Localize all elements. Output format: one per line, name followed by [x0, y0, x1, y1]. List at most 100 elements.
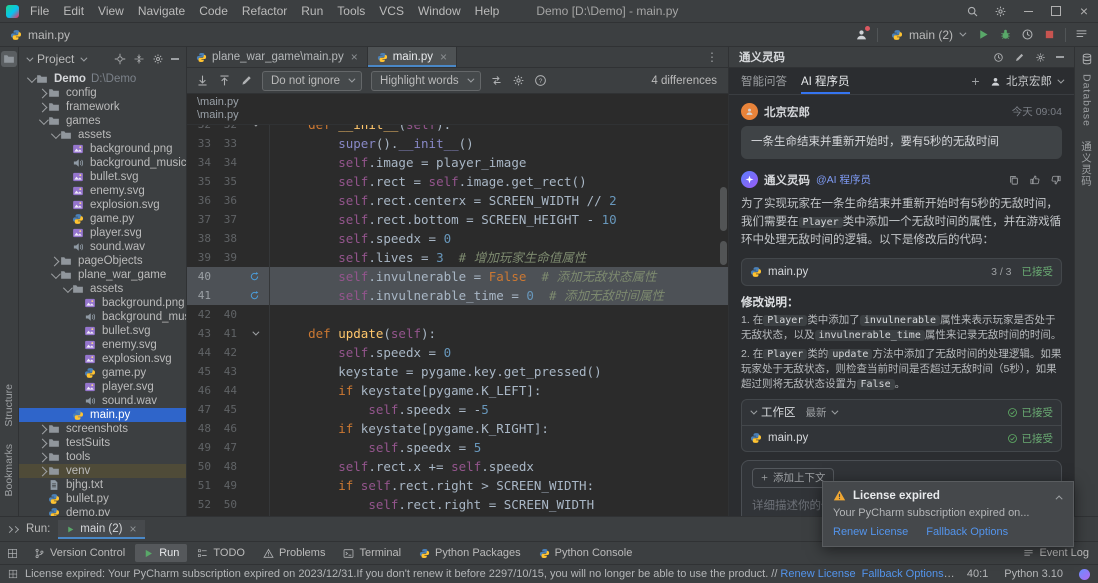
toolwindow-tab-terminal[interactable]: Terminal	[335, 544, 409, 562]
menu-edit[interactable]: Edit	[56, 0, 91, 22]
ignore-policy-select[interactable]: Do not ignore	[262, 71, 362, 91]
tree-item-sound.wav[interactable]: sound.wav	[19, 240, 186, 254]
ai-settings-icon[interactable]	[1035, 52, 1046, 63]
code-line[interactable]: 5149 if self.rect.right > SCREEN_WIDTH:	[187, 476, 728, 495]
toolwindow-tab-version-control[interactable]: Version Control	[26, 544, 133, 562]
tree-item-demo[interactable]: DemoD:\Demo	[19, 72, 186, 86]
toolwindow-tab-todo[interactable]: TODO	[189, 544, 253, 562]
collapse-notification-icon[interactable]	[1058, 492, 1063, 500]
code-line[interactable]: 40 self.invulnerable = False # 添加无敌状态属性	[187, 267, 728, 286]
tabs-menu-icon[interactable]: ⋮	[697, 47, 728, 67]
copy-icon[interactable]	[1008, 174, 1020, 186]
edit-icon[interactable]	[240, 74, 253, 87]
code-line[interactable]: 4644 if keystate[pygame.K_LEFT]:	[187, 381, 728, 400]
next-difference-icon[interactable]	[196, 74, 209, 87]
minimize-button[interactable]	[1014, 0, 1042, 22]
breadcrumb[interactable]: main.py	[10, 28, 70, 42]
tree-chevron-icon[interactable]	[37, 426, 48, 433]
notification-renew-link[interactable]: Renew License	[833, 526, 908, 538]
hide-panel-icon[interactable]	[171, 58, 179, 60]
editor-scrollbar[interactable]	[719, 125, 728, 516]
tree-item-assets[interactable]: assets	[19, 128, 186, 142]
tree-item-demo.py[interactable]: demo.py	[19, 506, 186, 516]
fallback-options-link[interactable]: Fallback Options	[862, 568, 944, 580]
tree-item-framework[interactable]: framework	[19, 100, 186, 114]
project-settings-icon[interactable]	[152, 53, 164, 65]
tree-chevron-icon[interactable]	[37, 454, 48, 461]
code-line[interactable]: 5351 if self.rect.left < 0:	[187, 514, 728, 516]
tree-chevron-icon[interactable]	[37, 104, 48, 111]
toolwindow-switcher-icon[interactable]	[7, 548, 18, 559]
menu-help[interactable]: Help	[468, 0, 507, 22]
close-button[interactable]: ×	[1070, 0, 1098, 22]
code-line[interactable]: 5048 self.rect.x += self.speedx	[187, 457, 728, 476]
toolwindow-tab-python-console[interactable]: Python Console	[531, 544, 641, 562]
code-editor[interactable]: 3232 def __init__(self):3333 super().__i…	[187, 125, 728, 516]
add-session-icon[interactable]	[970, 76, 981, 87]
code-line[interactable]: 3939 self.lives = 3 # 增加玩家生命值属性	[187, 248, 728, 267]
scrollbar-thumb[interactable]	[720, 187, 727, 231]
tree-item-background.png[interactable]: background.png	[19, 296, 186, 310]
hide-ai-panel-icon[interactable]	[1056, 56, 1064, 58]
tree-item-bullet.py[interactable]: bullet.py	[19, 492, 186, 506]
code-line[interactable]: 3333 super().__init__()	[187, 134, 728, 153]
menu-code[interactable]: Code	[192, 0, 235, 22]
tree-item-venv[interactable]: venv	[19, 464, 186, 478]
new-chat-icon[interactable]	[1014, 52, 1025, 63]
ai-user-menu[interactable]: 北京宏郎	[990, 73, 1062, 89]
code-line[interactable]: 3737 self.rect.bottom = SCREEN_HEIGHT - …	[187, 210, 728, 229]
tree-item-testsuits[interactable]: testSuits	[19, 436, 186, 450]
tree-item-games[interactable]: games	[19, 114, 186, 128]
code-line[interactable]: 4240	[187, 305, 728, 324]
tree-chevron-icon[interactable]	[37, 468, 48, 475]
tree-item-screenshots[interactable]: screenshots	[19, 422, 186, 436]
tree-item-main.py[interactable]: main.py	[19, 408, 186, 422]
bookmarks-toolwindow-button[interactable]: Bookmarks	[3, 444, 15, 497]
tab-main-py[interactable]: main.py ×	[368, 47, 457, 67]
previous-difference-icon[interactable]	[218, 74, 231, 87]
search-everywhere-icon[interactable]	[958, 0, 986, 22]
revert-change-icon[interactable]	[239, 286, 270, 305]
notifications-icon[interactable]	[1075, 28, 1088, 41]
tree-item-player.svg[interactable]: player.svg	[19, 226, 186, 240]
tree-item-bullet.svg[interactable]: bullet.svg	[19, 170, 186, 184]
code-line[interactable]: 4442 self.speedx = 0	[187, 343, 728, 362]
tree-item-config[interactable]: config	[19, 86, 186, 100]
code-line[interactable]: 3535 self.rect = self.image.get_rect()	[187, 172, 728, 191]
run-configuration-select[interactable]: main (2)	[887, 27, 968, 43]
tree-item-enemy.svg[interactable]: enemy.svg	[19, 338, 186, 352]
tree-item-sound.wav[interactable]: sound.wav	[19, 394, 186, 408]
lingma-toolwindow-button[interactable]: 通义灵码	[1079, 141, 1094, 187]
toolwindow-tab-run[interactable]: Run	[135, 544, 187, 562]
code-line[interactable]: 41 self.invulnerable_time = 0 # 添加无敌时间属性	[187, 286, 728, 305]
hide-tabs-icon[interactable]	[7, 527, 18, 532]
tree-chevron-icon[interactable]	[37, 118, 48, 125]
database-icon[interactable]	[1079, 51, 1095, 67]
toolwindow-quick-access-icon[interactable]	[8, 569, 18, 579]
renew-license-link[interactable]: Renew License	[780, 568, 855, 580]
tree-item-bullet.svg[interactable]: bullet.svg	[19, 324, 186, 338]
revert-change-icon[interactable]	[239, 267, 270, 286]
highlight-policy-select[interactable]: Highlight words	[371, 71, 481, 91]
toolwindow-tab-python-packages[interactable]: Python Packages	[411, 544, 529, 562]
menu-view[interactable]: View	[91, 0, 131, 22]
menu-tools[interactable]: Tools	[330, 0, 372, 22]
code-line[interactable]: 4745 self.speedx = -5	[187, 400, 728, 419]
tab-smart-qa[interactable]: 智能问答	[741, 68, 787, 94]
thumbs-up-icon[interactable]	[1029, 174, 1041, 186]
maximize-button[interactable]	[1042, 0, 1070, 22]
structure-toolwindow-button[interactable]: Structure	[3, 384, 15, 427]
code-line[interactable]: 3636 self.rect.centerx = SCREEN_WIDTH //…	[187, 191, 728, 210]
thumbs-down-icon[interactable]	[1050, 174, 1062, 186]
python-interpreter[interactable]: Python 3.10	[1004, 568, 1063, 580]
menu-vcs[interactable]: VCS	[372, 0, 411, 22]
tree-item-game.py[interactable]: game.py	[19, 366, 186, 380]
tab-plane-war-game-main-py[interactable]: plane_war_game\main.py ×	[187, 47, 368, 67]
project-toolwindow-button[interactable]	[1, 51, 17, 67]
fold-chevron-icon[interactable]	[239, 324, 270, 343]
tree-chevron-icon[interactable]	[37, 440, 48, 447]
code-line[interactable]: 3434 self.image = player_image	[187, 153, 728, 172]
database-toolwindow-button[interactable]: Database	[1081, 74, 1093, 127]
tree-chevron-icon[interactable]	[49, 272, 60, 279]
tree-chevron-icon[interactable]	[61, 286, 72, 293]
